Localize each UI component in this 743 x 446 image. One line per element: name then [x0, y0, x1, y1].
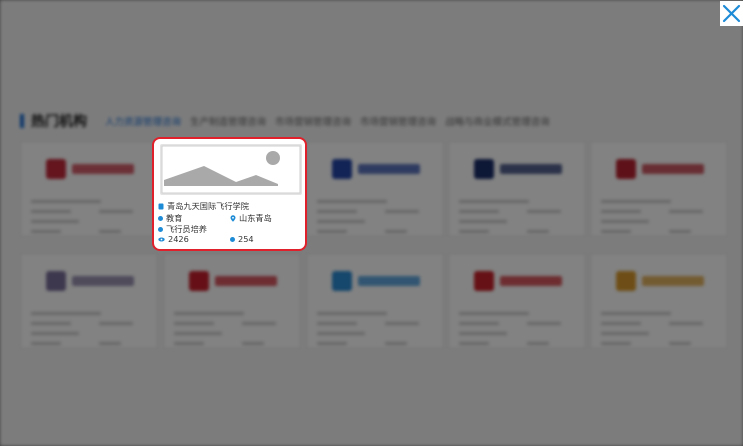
- like-icon: [230, 236, 235, 242]
- eye-icon: [158, 237, 165, 241]
- institution-likes-row: 254: [230, 234, 254, 244]
- institution-name: 青岛九天国际飞行学院: [167, 201, 249, 211]
- category-icon: [158, 215, 163, 221]
- institution-image: [160, 144, 302, 195]
- institution-card-highlighted[interactable]: 青岛九天国际飞行学院 教育 山东青岛 飞行员培养 2426 254: [152, 137, 307, 251]
- modal-overlay[interactable]: [0, 0, 743, 446]
- image-placeholder-icon: [161, 145, 301, 194]
- close-button[interactable]: [720, 1, 743, 26]
- institution-location: 山东青岛: [239, 213, 272, 223]
- close-icon: [722, 4, 741, 23]
- institution-views-row: 2426: [158, 234, 189, 244]
- building-icon: [158, 203, 164, 209]
- service-icon: [158, 226, 163, 232]
- institution-views: 2426: [168, 234, 189, 244]
- location-pin-icon: [230, 214, 236, 222]
- institution-likes: 254: [238, 234, 254, 244]
- institution-location-row: 山东青岛: [230, 212, 272, 224]
- institution-name-row: 青岛九天国际飞行学院: [158, 200, 249, 212]
